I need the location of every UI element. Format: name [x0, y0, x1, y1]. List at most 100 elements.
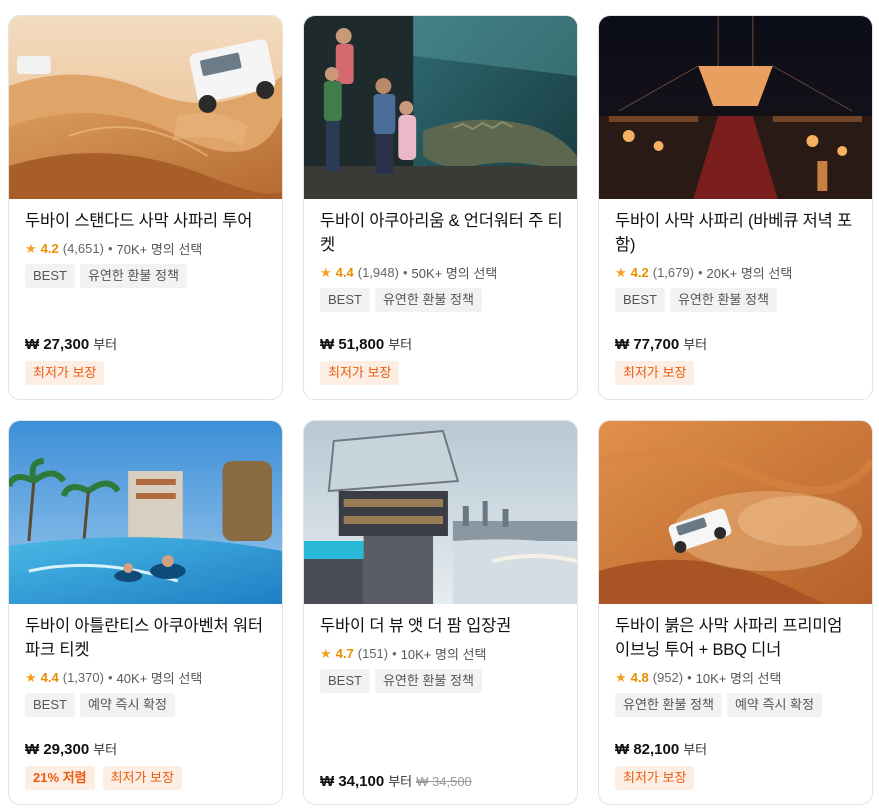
- badge-list: 최저가 보장: [615, 766, 860, 790]
- star-icon: ★: [25, 669, 37, 685]
- price-row: ₩ 27,300 부터: [25, 334, 270, 353]
- rating-score: 4.7: [335, 646, 354, 661]
- rating-score: 4.4: [335, 265, 354, 280]
- tag-instant-confirm: 예약 즉시 확정: [79, 693, 175, 717]
- product-card[interactable]: 두바이 붉은 사막 사파리 프리미엄 이브닝 투어 + BBQ 디너 ★ 4.8…: [598, 420, 873, 805]
- tag-list: BEST 유연한 환불 정책: [320, 669, 565, 693]
- tag-refund-policy: 유연한 환불 정책: [374, 288, 482, 312]
- booking-count: 10K+ 명의 선택: [695, 671, 782, 686]
- tag-list: BEST 유연한 환불 정책: [615, 288, 860, 312]
- price-amount: ₩ 27,300: [25, 336, 90, 353]
- price-unit: 부터: [683, 337, 708, 352]
- review-count: (151): [357, 646, 389, 661]
- rating-row: ★ 4.2 (4,651) • 70K+ 명의 선택: [25, 239, 270, 258]
- price-unit: 부터: [93, 337, 118, 352]
- price-unit: 부터: [93, 742, 118, 757]
- product-card[interactable]: 두바이 아틀란티스 아쿠아벤처 워터파크 티켓 ★ 4.4 (1,370) • …: [8, 420, 283, 805]
- tag-list: BEST 예약 즉시 확정: [25, 693, 270, 717]
- tag-list: 유연한 환불 정책 예약 즉시 확정: [615, 693, 860, 717]
- product-title[interactable]: 두바이 더 뷰 앳 더 팜 입장권: [320, 614, 565, 638]
- price-amount: ₩ 29,300: [25, 741, 90, 758]
- original-price: ₩ 34,500: [416, 774, 472, 789]
- tag-best: BEST: [320, 669, 370, 693]
- badge-list: 최저가 보장: [25, 361, 270, 385]
- product-card[interactable]: 두바이 스탠다드 사막 사파리 투어 ★ 4.2 (4,651) • 70K+ …: [8, 15, 283, 400]
- tag-best: BEST: [615, 288, 665, 312]
- separator-dot: •: [402, 265, 408, 280]
- badge-list: 최저가 보장: [320, 361, 565, 385]
- separator-dot: •: [107, 670, 113, 685]
- separator-dot: •: [697, 265, 703, 280]
- price-amount: ₩ 34,100: [320, 773, 385, 790]
- review-count: (952): [652, 670, 684, 685]
- tag-list: BEST 유연한 환불 정책: [320, 288, 565, 312]
- product-card[interactable]: 두바이 사막 사파리 (바베큐 저녁 포함) ★ 4.2 (1,679) • 2…: [598, 15, 873, 400]
- rating-score: 4.2: [40, 241, 59, 256]
- lowest-price-badge: 최저가 보장: [25, 361, 105, 385]
- price-row: ₩ 77,700 부터: [615, 334, 860, 353]
- product-title[interactable]: 두바이 아쿠아리움 & 언더워터 주 티켓: [320, 209, 565, 257]
- product-card[interactable]: 두바이 아쿠아리움 & 언더워터 주 티켓 ★ 4.4 (1,948) • 50…: [303, 15, 578, 400]
- star-icon: ★: [615, 669, 627, 685]
- discount-badge: 21% 저렴: [25, 766, 95, 790]
- booking-count: 50K+ 명의 선택: [411, 266, 498, 281]
- star-icon: ★: [320, 645, 332, 661]
- price-unit: 부터: [683, 742, 708, 757]
- price-row: ₩ 82,100 부터: [615, 739, 860, 758]
- product-image-red-desert-safari: [599, 421, 872, 604]
- price-row: ₩ 29,300 부터: [25, 739, 270, 758]
- price-row: ₩ 34,100 부터 ₩ 34,500: [320, 771, 565, 790]
- product-image-desert-camp-night: [599, 16, 872, 199]
- price-amount: ₩ 82,100: [615, 741, 680, 758]
- rating-score: 4.2: [630, 265, 649, 280]
- tag-best: BEST: [320, 288, 370, 312]
- tag-refund-policy: 유연한 환불 정책: [669, 288, 777, 312]
- price-amount: ₩ 77,700: [615, 336, 680, 353]
- product-image-desert-safari: [9, 16, 282, 199]
- rating-row: ★ 4.7 (151) • 10K+ 명의 선택: [320, 644, 565, 663]
- tag-refund-policy: 유연한 환불 정책: [374, 669, 482, 693]
- price-unit: 부터: [388, 774, 413, 789]
- product-image-aquarium: [304, 16, 577, 199]
- tag-refund-policy: 유연한 환불 정책: [615, 693, 722, 717]
- product-title[interactable]: 두바이 사막 사파리 (바베큐 저녁 포함): [615, 209, 860, 257]
- star-icon: ★: [615, 264, 627, 280]
- product-title[interactable]: 두바이 아틀란티스 아쿠아벤처 워터파크 티켓: [25, 614, 270, 662]
- star-icon: ★: [25, 240, 37, 256]
- product-title[interactable]: 두바이 스탠다드 사막 사파리 투어: [25, 209, 270, 233]
- lowest-price-badge: 최저가 보장: [615, 766, 695, 790]
- separator-dot: •: [392, 646, 397, 661]
- badge-list: 21% 저렴 최저가 보장: [25, 766, 270, 790]
- separator-dot: •: [687, 670, 692, 685]
- rating-score: 4.8: [630, 670, 649, 685]
- rating-row: ★ 4.8 (952) • 10K+ 명의 선택: [615, 668, 860, 687]
- lowest-price-badge: 최저가 보장: [615, 361, 695, 385]
- tag-refund-policy: 유연한 환불 정책: [79, 264, 187, 288]
- separator-dot: •: [107, 241, 113, 256]
- badge-list: 최저가 보장: [615, 361, 860, 385]
- rating-score: 4.4: [40, 670, 59, 685]
- product-grid: 두바이 스탠다드 사막 사파리 투어 ★ 4.2 (4,651) • 70K+ …: [0, 0, 879, 812]
- booking-count: 70K+ 명의 선택: [116, 242, 203, 257]
- price-amount: ₩ 51,800: [320, 336, 385, 353]
- rating-row: ★ 4.2 (1,679) • 20K+ 명의 선택: [615, 263, 860, 282]
- booking-count: 10K+ 명의 선택: [400, 647, 487, 662]
- star-icon: ★: [320, 264, 332, 280]
- review-count: (4,651): [62, 241, 104, 256]
- tag-best: BEST: [25, 264, 75, 288]
- review-count: (1,679): [652, 265, 694, 280]
- tag-best: BEST: [25, 693, 75, 717]
- tag-instant-confirm: 예약 즉시 확정: [726, 693, 822, 717]
- price-unit: 부터: [388, 337, 413, 352]
- lowest-price-badge: 최저가 보장: [102, 766, 182, 790]
- booking-count: 40K+ 명의 선택: [116, 671, 203, 686]
- product-title[interactable]: 두바이 붉은 사막 사파리 프리미엄 이브닝 투어 + BBQ 디너: [615, 614, 860, 662]
- review-count: (1,370): [62, 670, 104, 685]
- rating-row: ★ 4.4 (1,370) • 40K+ 명의 선택: [25, 668, 270, 687]
- tag-list: BEST 유연한 환불 정책: [25, 264, 270, 288]
- review-count: (1,948): [357, 265, 399, 280]
- price-row: ₩ 51,800 부터: [320, 334, 565, 353]
- product-image-view-at-palm: [304, 421, 577, 604]
- rating-row: ★ 4.4 (1,948) • 50K+ 명의 선택: [320, 263, 565, 282]
- product-card[interactable]: 두바이 더 뷰 앳 더 팜 입장권 ★ 4.7 (151) • 10K+ 명의 …: [303, 420, 578, 805]
